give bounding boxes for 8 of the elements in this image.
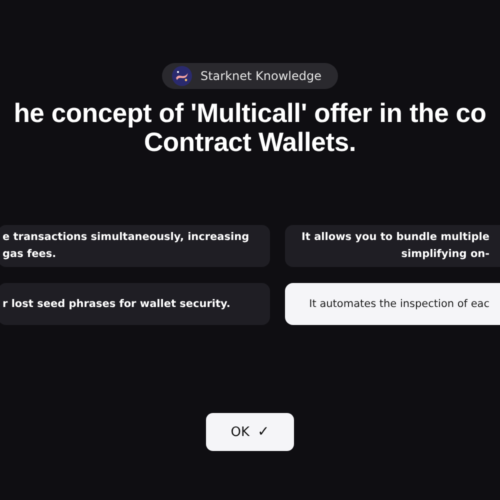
ok-button[interactable]: OK ✓ — [206, 413, 294, 451]
answer-option[interactable]: It automates the inspection of eac — [284, 283, 500, 325]
topic-label: Starknet Knowledge — [200, 69, 322, 83]
answer-option[interactable]: It allows you to bundle multiple simplifying on- — [284, 225, 500, 267]
question-text: he concept of 'Multicall' offer in the co — [14, 99, 486, 128]
answer-option[interactable]: r lost seed phrases for wallet security. — [0, 283, 270, 325]
question-text: Contract Wallets. — [144, 128, 356, 157]
answer-option[interactable]: e transactions simultaneously, increasing gas fees. — [0, 225, 270, 267]
